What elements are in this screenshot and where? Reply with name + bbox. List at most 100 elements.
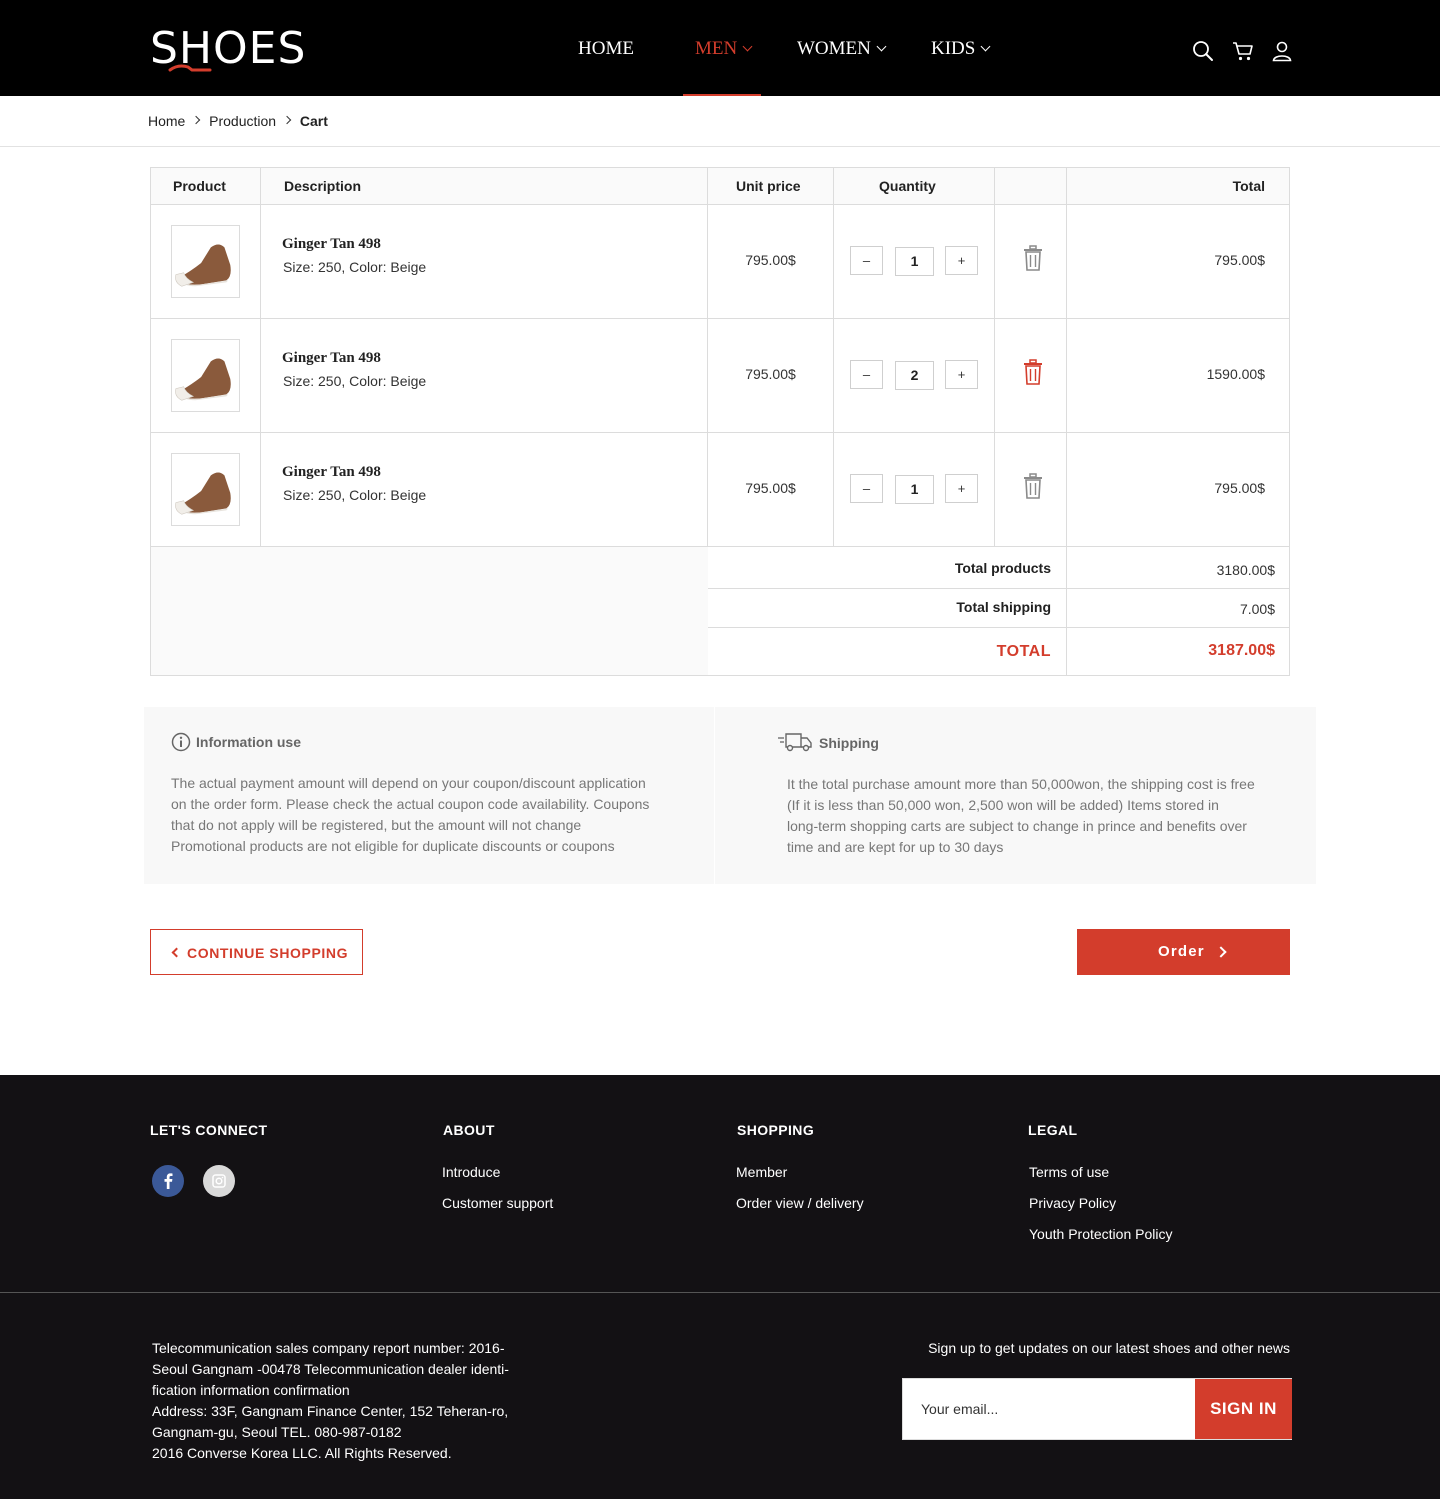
info-shipping-line: It the total purchase amount more than 5… <box>787 776 1255 792</box>
unit-price: 795.00$ <box>745 480 796 496</box>
nav-item-home[interactable]: HOME <box>578 38 634 60</box>
footer-link-member[interactable]: Member <box>736 1164 787 1180</box>
cart-table: Product Description Unit price Quantity … <box>150 167 1290 676</box>
site-header: SHOES HOME MEN WOMEN KIDS <box>0 0 1440 96</box>
instagram-icon[interactable] <box>203 1165 235 1197</box>
chevron-down-icon <box>980 41 991 52</box>
info-usage-line: The actual payment amount will depend on… <box>171 775 646 791</box>
footer-link-order-view[interactable]: Order view / delivery <box>736 1195 864 1211</box>
quantity-decrease-button[interactable]: – <box>850 474 883 503</box>
footer-link-introduce[interactable]: Introduce <box>442 1164 500 1180</box>
trash-icon[interactable] <box>1023 245 1043 271</box>
info-shipping-line: time and are kept for up to 30 days <box>787 839 1004 855</box>
company-info-line: 2016 Converse Korea LLC. All Rights Rese… <box>152 1445 452 1461</box>
search-icon[interactable] <box>1192 40 1214 62</box>
footer-shopping-title: SHOPPING <box>737 1122 815 1138</box>
info-usage-text: The actual payment amount will depend on… <box>171 773 701 857</box>
facebook-icon[interactable] <box>152 1165 184 1197</box>
cart-icon[interactable] <box>1232 40 1254 62</box>
company-info-line: Seoul Gangnam -00478 Telecommunication d… <box>152 1361 509 1377</box>
product-details: Size: 250, Color: Beige <box>283 259 427 275</box>
product-name[interactable]: Ginger Tan 498 <box>282 464 381 481</box>
table-row: Ginger Tan 498 Size: 250, Color: Beige 7… <box>151 433 1289 547</box>
quantity-increase-button[interactable]: + <box>945 474 978 503</box>
product-details: Size: 250, Color: Beige <box>283 373 427 389</box>
brand-logo[interactable]: SHOES <box>150 26 306 72</box>
info-usage-line: Promotional products are not eligible fo… <box>171 838 615 854</box>
footer-link-terms[interactable]: Terms of use <box>1029 1164 1109 1180</box>
product-thumbnail[interactable] <box>171 453 240 526</box>
delivery-truck-icon <box>778 733 812 752</box>
order-button[interactable]: Order <box>1077 929 1290 975</box>
shoe-image <box>175 358 231 401</box>
info-icon <box>171 732 191 752</box>
info-usage-title: Information use <box>196 734 302 750</box>
trash-icon[interactable] <box>1023 359 1043 385</box>
product-name[interactable]: Ginger Tan 498 <box>282 236 381 253</box>
company-info-line: fication information confirmation <box>152 1382 350 1398</box>
company-info-line: Address: 33F, Gangnam Finance Center, 15… <box>152 1403 509 1419</box>
info-shipping-panel: Shipping It the total purchase amount mo… <box>715 707 1316 884</box>
header-unit-price: Unit price <box>736 178 801 194</box>
site-footer: LET'S CONNECT ABOUT Introduce Customer s… <box>0 1075 1440 1499</box>
footer-divider <box>0 1292 1440 1293</box>
chevron-down-icon <box>742 41 753 52</box>
row-total: 795.00$ <box>1214 480 1265 496</box>
row-total: 795.00$ <box>1214 252 1265 268</box>
continue-shopping-label: CONTINUE SHOPPING <box>187 945 349 961</box>
quantity-field[interactable]: 1 <box>895 247 934 276</box>
chevron-right-icon <box>282 116 292 125</box>
quantity-field[interactable]: 2 <box>895 361 934 390</box>
total-products-label: Total products <box>954 560 1051 576</box>
sign-in-button[interactable]: SIGN IN <box>1195 1379 1292 1439</box>
nav-item-kids[interactable]: KIDS <box>931 38 991 60</box>
info-usage-line: that do not apply will be registered, bu… <box>171 817 582 833</box>
info-usage-panel: Information use The actual payment amoun… <box>144 707 714 884</box>
footer-link-customer-support[interactable]: Customer support <box>442 1195 553 1211</box>
quantity-increase-button[interactable]: + <box>945 246 978 275</box>
info-shipping-line: long-term shopping carts are subject to … <box>787 818 1247 834</box>
trash-icon[interactable] <box>1023 473 1043 499</box>
company-info-line: Telecommunication sales company report n… <box>152 1340 505 1356</box>
footer-link-youth-protection[interactable]: Youth Protection Policy <box>1029 1226 1172 1242</box>
shoe-image <box>175 472 231 515</box>
shoe-image <box>175 244 231 287</box>
user-icon[interactable] <box>1271 40 1293 62</box>
quantity-decrease-button[interactable]: – <box>850 246 883 275</box>
quantity-decrease-button[interactable]: – <box>850 360 883 389</box>
nav-item-men[interactable]: MEN <box>695 38 753 60</box>
nav-item-women[interactable]: WOMEN <box>797 38 887 60</box>
header-divider <box>0 146 1440 147</box>
company-info-line: Gangnam-gu, Seoul TEL. 080-987-0182 <box>152 1424 402 1440</box>
breadcrumb-production[interactable]: Production <box>209 113 276 129</box>
quantity-increase-button[interactable]: + <box>945 360 978 389</box>
product-thumbnail[interactable] <box>171 225 240 298</box>
nav-item-label: MEN <box>695 38 738 59</box>
breadcrumb-home[interactable]: Home <box>148 113 185 129</box>
nav-item-label: HOME <box>578 38 634 59</box>
breadcrumb-current: Cart <box>299 113 328 130</box>
info-usage-line: on the order form. Please check the actu… <box>171 796 650 812</box>
grand-total-label: TOTAL <box>996 643 1051 660</box>
product-name[interactable]: Ginger Tan 498 <box>282 350 381 367</box>
info-shipping-title: Shipping <box>819 735 879 751</box>
facebook-glyph <box>164 1173 173 1189</box>
unit-price: 795.00$ <box>745 366 796 382</box>
table-row: Ginger Tan 498 Size: 250, Color: Beige 7… <box>151 319 1289 433</box>
continue-shopping-button[interactable]: CONTINUE SHOPPING <box>150 929 363 975</box>
breadcrumb: Home Production Cart <box>148 112 328 129</box>
table-row: Ginger Tan 498 Size: 250, Color: Beige 7… <box>151 205 1289 319</box>
newsletter-text: Sign up to get updates on our latest sho… <box>928 1340 1290 1356</box>
quantity-field[interactable]: 1 <box>895 475 934 504</box>
chevron-right-icon <box>192 116 201 125</box>
header-total: Total <box>1232 178 1265 194</box>
footer-about-title: ABOUT <box>443 1122 495 1138</box>
row-total: 1590.00$ <box>1206 366 1265 382</box>
info-shipping-line: (If it is less than 50,000 won, 2,500 wo… <box>787 797 1219 813</box>
email-field[interactable] <box>903 1379 1194 1439</box>
header-product: Product <box>173 178 226 194</box>
product-thumbnail[interactable] <box>171 339 240 412</box>
product-details: Size: 250, Color: Beige <box>283 487 427 503</box>
total-shipping-label: Total shipping <box>956 599 1051 615</box>
footer-link-privacy[interactable]: Privacy Policy <box>1029 1195 1116 1211</box>
